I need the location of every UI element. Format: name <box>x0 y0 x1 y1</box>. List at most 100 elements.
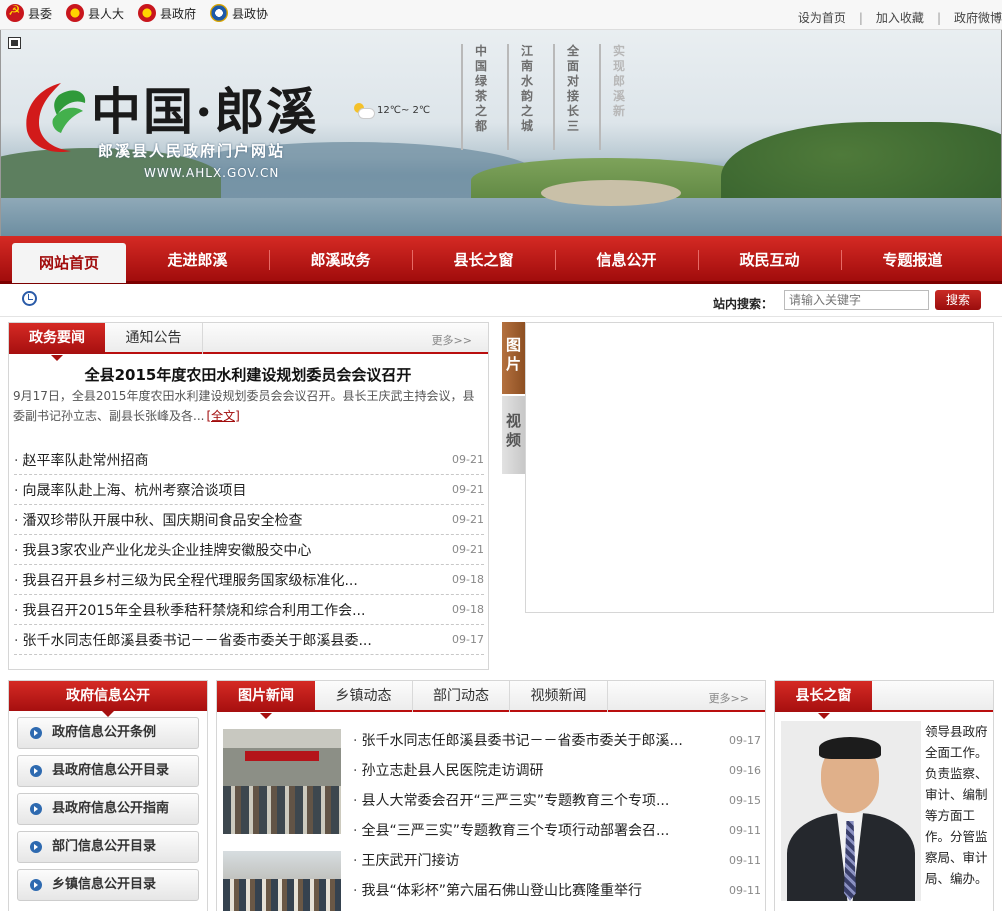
button-label: 乡镇信息公开目录 <box>52 877 157 892</box>
tab-department-news[interactable]: 部门动态 <box>413 681 510 712</box>
tab-photo-news[interactable]: 图片新闻 <box>217 681 315 719</box>
nav-information-disclosure[interactable]: 信息公开 <box>555 236 698 281</box>
list-item[interactable]: 向晟率队赴上海、杭州考察洽谈项目 09-21 <box>14 475 484 505</box>
arrow-bullet-icon <box>30 765 42 777</box>
search-label: 站内搜索： <box>713 297 774 311</box>
photo-news-panel: 图片新闻 乡镇动态 部门动态 视频新闻 更多>> 张千水同志任郎溪县委书记－－省… <box>216 680 766 911</box>
more-link[interactable]: 更多>> <box>709 690 749 706</box>
nav-home[interactable]: 网站首页 <box>12 242 126 283</box>
list-item[interactable]: 赵平率队赴常州招商 09-21 <box>14 445 484 475</box>
county-head-tabbar: 县长之窗 <box>775 681 993 719</box>
gov-info-guide-button[interactable]: 县政府信息公开指南 <box>17 793 199 825</box>
list-item[interactable]: 我县召开县乡村三级为民全程代理服务国家级标准化... 09-18 <box>14 565 484 595</box>
town-info-catalog-button[interactable]: 乡镇信息公开目录 <box>17 869 199 901</box>
cppcc-emblem-icon <box>210 4 229 22</box>
headline[interactable]: 全县2015年度农田水利建设规划委员会会议召开 <box>9 364 487 385</box>
tab-video-news[interactable]: 视频新闻 <box>510 681 608 712</box>
summary-text: 9月17日，全县2015年度农田水利建设规划委员会会议召开。县长王庆武主持会议，… <box>13 389 475 423</box>
news-title: 王庆武开门接访 <box>353 850 459 870</box>
more-link[interactable]: 更多>> <box>432 332 472 348</box>
full-text-link[interactable]: [全文] <box>206 409 239 423</box>
news-list: 赵平率队赴常州招商 09-21 向晟率队赴上海、杭州考察洽谈项目 09-21 潘双珍… <box>14 445 484 655</box>
tab-township-news[interactable]: 乡镇动态 <box>315 681 413 712</box>
nav-county-head-window[interactable]: 县长之窗 <box>412 236 555 281</box>
slogan: 实现郎溪新 <box>599 44 639 150</box>
list-item[interactable]: 我县3家农业产业化龙头企业挂牌安徽股交中心 09-21 <box>14 535 484 565</box>
site-banner: 中国·郎溪 郎溪县人民政府门户网站 WWW.AHLX.GOV.CN 12℃~ 2… <box>0 30 1002 236</box>
banner-lake <box>1 198 1001 236</box>
slogan-text: 江南水韵之城 <box>521 44 534 133</box>
tab-gov-news[interactable]: 政务要闻 <box>9 323 105 361</box>
dept-info-catalog-button[interactable]: 部门信息公开目录 <box>17 831 199 863</box>
arrow-bullet-icon <box>30 841 42 853</box>
media-viewer[interactable] <box>525 322 994 613</box>
main-nav: 网站首页 走进郎溪 郎溪政务 县长之窗 信息公开 政民互动 专题报道 <box>0 236 1002 284</box>
national-emblem-icon <box>138 4 157 22</box>
nav-about-langxi[interactable]: 走进郎溪 <box>126 236 269 281</box>
list-item[interactable]: 孙立志赴县人民医院走访调研 09-16 <box>353 755 761 785</box>
site-subtitle: 郎溪县人民政府门户网站 <box>98 142 286 160</box>
top-bar: 县委 县人大 县政府 县政协 设为首页 | 加入收藏 | 政府微博 <box>0 0 1002 30</box>
top-link-congress[interactable]: 县人大 <box>66 4 124 22</box>
gov-info-catalog-button[interactable]: 县政府信息公开目录 <box>17 755 199 787</box>
top-link-government[interactable]: 县政府 <box>138 4 196 22</box>
gov-info-regulations-button[interactable]: 政府信息公开条例 <box>17 717 199 749</box>
top-link-label: 县人大 <box>88 6 125 21</box>
slogan-text: 实现郎溪新 <box>613 44 626 118</box>
photo-meeting-banner <box>245 751 319 761</box>
tab-videos[interactable]: 视频 <box>502 396 525 474</box>
print-icon[interactable] <box>8 37 21 49</box>
tab-notices[interactable]: 通知公告 <box>105 323 203 354</box>
county-head-bio: 领导县政府全面工作。负责监察、审计、编制等方面工作。分管监察局、审计局、编办。 <box>925 724 988 886</box>
button-label: 部门信息公开目录 <box>52 839 157 854</box>
list-item[interactable]: 张千水同志任郎溪县委书记－－省委市委关于郎溪... 09-17 <box>353 725 761 755</box>
headline-summary: 9月17日，全县2015年度农田水利建设规划委员会会议召开。县长王庆武主持会议，… <box>13 386 485 426</box>
arrow-bullet-icon <box>30 803 42 815</box>
list-item[interactable]: 张千水同志任郎溪县委书记－－省委市委关于郎溪县委... 09-17 <box>14 625 484 655</box>
news-date: 09-11 <box>729 853 761 867</box>
slogan: 江南水韵之城 <box>507 44 547 150</box>
news-title: 我县召开县乡村三级为民全程代理服务国家级标准化... <box>14 570 357 590</box>
list-item[interactable]: 全县“三严三实”专题教育三个专项行动部署会召... 09-11 <box>353 815 761 845</box>
county-head-portrait[interactable] <box>781 721 921 901</box>
nav-government-affairs[interactable]: 郎溪政务 <box>269 236 412 281</box>
top-link-party[interactable]: 县委 <box>6 3 52 22</box>
nav-special-reports[interactable]: 专题报道 <box>841 236 984 281</box>
site-url: WWW.AHLX.GOV.CN <box>144 166 280 180</box>
news-date: 09-16 <box>729 763 761 777</box>
news-title: 孙立志赴县人民医院走访调研 <box>353 760 543 780</box>
news-photo-thumbnail[interactable] <box>223 729 341 834</box>
add-favorite-link[interactable]: 加入收藏 <box>876 11 924 25</box>
news-title: 我县召开2015年全县秋季秸秆禁烧和综合利用工作会... <box>14 600 365 620</box>
county-head-title[interactable]: 县长之窗 <box>775 681 872 719</box>
weibo-link[interactable]: 政府微博 <box>954 11 1002 25</box>
list-item[interactable]: 我县召开2015年全县秋季秸秆禁烧和综合利用工作会... 09-18 <box>14 595 484 625</box>
slogan-text: 全面对接长三 <box>567 44 580 133</box>
weather-widget: 12℃~ 2℃ <box>353 102 430 119</box>
news-date: 09-15 <box>729 793 761 807</box>
search-input[interactable] <box>784 290 929 310</box>
set-homepage-link[interactable]: 设为首页 <box>798 11 846 25</box>
news-photo-thumbnail[interactable] <box>223 851 341 911</box>
news-title: 我县“体彩杯”第六届石佛山登山比赛隆重举行 <box>353 880 642 900</box>
top-link-cppcc[interactable]: 县政协 <box>210 4 268 22</box>
national-emblem-icon <box>66 4 85 22</box>
news-date: 09-21 <box>452 483 484 496</box>
party-emblem-icon <box>6 3 24 22</box>
list-item[interactable]: 我县“体彩杯”第六届石佛山登山比赛隆重举行 09-11 <box>353 875 761 905</box>
separator: | <box>858 11 863 25</box>
nav-public-interaction[interactable]: 政民互动 <box>698 236 841 281</box>
slogan: 全面对接长三 <box>553 44 593 150</box>
photo-news-tabbar: 图片新闻 乡镇动态 部门动态 视频新闻 更多>> <box>217 681 765 719</box>
tab-pictures[interactable]: 图片 <box>502 322 525 394</box>
news-date: 09-11 <box>729 823 761 837</box>
list-item[interactable]: 潘双珍带队开展中秋、国庆期间食品安全检查 09-21 <box>14 505 484 535</box>
search-button[interactable]: 搜索 <box>935 290 981 310</box>
list-item[interactable]: 王庆武开门接访 09-11 <box>353 845 761 875</box>
arrow-bullet-icon <box>30 879 42 891</box>
county-head-panel: 县长之窗 领导县政府全面工作。负责监察、审计、编制等方面工作。分管监察局、审计局… <box>774 680 994 911</box>
news-tabbar: 政务要闻 通知公告 更多>> <box>9 323 488 361</box>
news-title: 潘双珍带队开展中秋、国庆期间食品安全检查 <box>14 510 302 530</box>
list-item[interactable]: 县人大常委会召开“三严三实”专题教育三个专项... 09-15 <box>353 785 761 815</box>
button-label: 政府信息公开条例 <box>52 725 157 740</box>
